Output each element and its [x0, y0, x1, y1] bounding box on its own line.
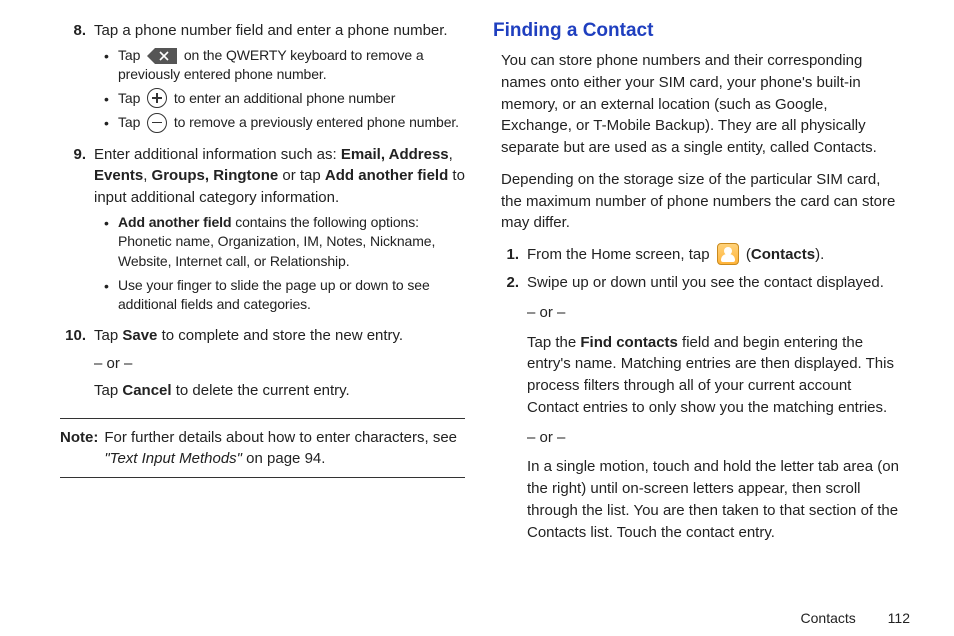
bullet-body: Use your finger to slide the page up or … [118, 276, 465, 315]
contacts-app-icon [717, 243, 739, 265]
bullet-body: Tap to remove a previously entered phone… [118, 113, 465, 133]
step-10: 10. Tap Save to complete and store the n… [60, 325, 465, 402]
or-separator: – or – [527, 427, 902, 449]
alt-paragraph: In a single motion, touch and hold the l… [527, 456, 902, 543]
bold: Save [122, 327, 157, 344]
bold: Add another field [325, 167, 448, 184]
step-9: 9. Enter additional information such as:… [60, 144, 465, 319]
bullet-body: Add another field contains the following… [118, 213, 465, 272]
text: Tap [118, 90, 144, 106]
alt-text: Tap Cancel to delete the current entry. [94, 380, 465, 402]
step-body: From the Home screen, tap (Contacts). [527, 244, 902, 266]
paragraph: You can store phone numbers and their co… [493, 50, 902, 159]
text: From the Home screen, tap [527, 246, 714, 263]
step-number: 9. [60, 144, 94, 319]
text: Swipe up or down until you see the conta… [527, 274, 884, 291]
right-column: Finding a Contact You can store phone nu… [477, 20, 914, 626]
bullet: • Use your finger to slide the page up o… [104, 276, 465, 315]
bold: Cancel [122, 382, 171, 399]
bullet-body: Tap to enter an additional phone number [118, 89, 465, 109]
plus-circle-icon [147, 88, 167, 108]
text: Tap [118, 47, 144, 63]
alt-paragraph: Tap the Find contacts field and begin en… [527, 332, 902, 419]
text: to enter an additional phone number [174, 90, 395, 106]
bullet: • Add another field contains the followi… [104, 213, 465, 272]
text: to complete and store the new entry. [157, 327, 403, 344]
left-column: 8. Tap a phone number field and enter a … [40, 20, 477, 626]
text: Use your finger to slide the page up or … [118, 277, 430, 313]
bold: Find contacts [580, 334, 678, 351]
step-2: 2. Swipe up or down until you see the co… [493, 272, 902, 543]
step-body: Tap a phone number field and enter a pho… [94, 20, 465, 138]
step-number: 1. [493, 244, 527, 266]
or-separator: – or – [527, 302, 902, 324]
bold: Groups, Ringtone [152, 167, 279, 184]
minus-circle-icon [147, 113, 167, 133]
bullet: • Tap to enter an additional phone numbe… [104, 89, 465, 109]
note-body: For further details about how to enter c… [104, 427, 465, 469]
section-heading: Finding a Contact [493, 20, 902, 42]
step-body: Enter additional information such as: Em… [94, 144, 465, 319]
step-8: 8. Tap a phone number field and enter a … [60, 20, 465, 138]
backspace-key-icon [147, 48, 177, 64]
text: Tap [94, 382, 122, 399]
text: For further details about how to enter c… [104, 429, 457, 446]
note-rule-top [60, 418, 465, 419]
text: Tap [118, 114, 144, 130]
text: on page 94. [242, 450, 325, 467]
bullet: • Tap on the QWERTY keyboard to remove a… [104, 46, 465, 85]
bold: Contacts [751, 246, 815, 263]
bold: Events [94, 167, 143, 184]
note-label: Note: [60, 427, 104, 469]
paragraph: Depending on the storage size of the par… [493, 169, 902, 234]
note-block: Note: For further details about how to e… [60, 427, 465, 469]
step-body: Swipe up or down until you see the conta… [527, 272, 902, 543]
bold: Email, Address [341, 146, 449, 163]
note-rule-bottom [60, 477, 465, 478]
step-1: 1. From the Home screen, tap (Contacts). [493, 244, 902, 266]
manual-page: 8. Tap a phone number field and enter a … [0, 0, 954, 636]
bullet-marker: • [104, 113, 118, 133]
note-reference: "Text Input Methods" [104, 450, 242, 467]
text: , [143, 167, 151, 184]
step-text: Tap a phone number field and enter a pho… [94, 22, 448, 39]
text: Enter additional information such as: [94, 146, 341, 163]
text: to delete the current entry. [172, 382, 350, 399]
text: Tap [94, 327, 122, 344]
bold: Add another field [118, 214, 231, 230]
text: ). [815, 246, 824, 263]
step-number: 2. [493, 272, 527, 543]
footer-section: Contacts [801, 610, 856, 626]
text: to remove a previously entered phone num… [174, 114, 459, 130]
or-separator: – or – [94, 353, 465, 375]
bullet: • Tap to remove a previously entered pho… [104, 113, 465, 133]
text: Tap the [527, 334, 580, 351]
footer-page-number: 112 [888, 610, 910, 626]
bullet-marker: • [104, 89, 118, 109]
bullet-marker: • [104, 276, 118, 296]
bullet-body: Tap on the QWERTY keyboard to remove a p… [118, 46, 465, 85]
text: or tap [278, 167, 325, 184]
bullet-marker: • [104, 46, 118, 66]
step-number: 8. [60, 20, 94, 138]
bullet-marker: • [104, 213, 118, 233]
text: , [449, 146, 453, 163]
step-number: 10. [60, 325, 94, 402]
page-footer: Contacts 112 [801, 610, 910, 626]
step-body: Tap Save to complete and store the new e… [94, 325, 465, 402]
